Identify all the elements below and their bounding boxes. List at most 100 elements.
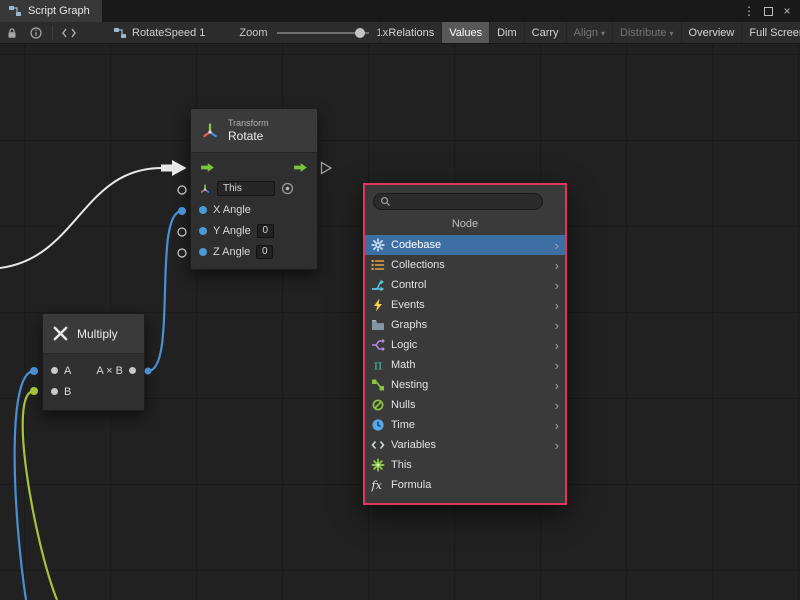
zoom-slider-handle[interactable] bbox=[355, 28, 365, 38]
finder-item-variables[interactable]: Variables› bbox=[365, 435, 565, 455]
node-category: Transform bbox=[228, 118, 269, 129]
node-transform-rotate[interactable]: Transform Rotate This X bbox=[190, 108, 318, 270]
graphs-icon bbox=[371, 318, 386, 332]
search-icon bbox=[380, 196, 391, 207]
finder-item-this[interactable]: This bbox=[365, 455, 565, 475]
finder-item-label: Events bbox=[391, 299, 425, 311]
finder-item-label: Control bbox=[391, 279, 426, 291]
port-y-angle[interactable] bbox=[199, 227, 207, 235]
port-a-times-b[interactable] bbox=[129, 367, 136, 374]
window-controls: ⋮ × bbox=[741, 0, 800, 22]
port-label: B bbox=[64, 386, 71, 398]
unity-script-graph-window: Script Graph ⋮ × RotateSpeed 1 Zoom 1x R… bbox=[0, 0, 800, 600]
chevron-right-icon: › bbox=[555, 439, 559, 452]
script-graph-asset-icon bbox=[113, 27, 127, 39]
maximize-icon bbox=[764, 7, 773, 16]
tab-label: Script Graph bbox=[28, 5, 90, 17]
chevron-right-icon: › bbox=[555, 259, 559, 272]
multiply-output-wire-dot bbox=[145, 368, 152, 375]
toolbar-button-values[interactable]: Values bbox=[441, 22, 489, 44]
multiply-icon bbox=[52, 325, 69, 342]
window-maximize-button[interactable] bbox=[760, 2, 776, 20]
finder-item-collections[interactable]: Collections › bbox=[365, 255, 565, 275]
chevron-right-icon: › bbox=[555, 359, 559, 372]
window-menu-button[interactable]: ⋮ bbox=[741, 2, 757, 20]
finder-item-time[interactable]: Time› bbox=[365, 415, 565, 435]
toolbar-button-carry[interactable]: Carry bbox=[524, 22, 566, 44]
search-input[interactable] bbox=[395, 196, 536, 208]
code-preview-button[interactable] bbox=[57, 22, 81, 44]
x-angle-wire-dot bbox=[178, 207, 186, 215]
node-multiply[interactable]: Multiply A A × B B bbox=[42, 313, 145, 411]
chevron-right-icon: › bbox=[555, 399, 559, 412]
codebase-icon bbox=[371, 238, 386, 252]
toolbar-button-full-screen[interactable]: Full Screen bbox=[741, 22, 800, 44]
graph-canvas[interactable]: Transform Rotate This X bbox=[0, 44, 800, 600]
object-picker-icon[interactable] bbox=[281, 182, 294, 195]
port-x-angle[interactable] bbox=[199, 206, 207, 214]
close-icon: × bbox=[783, 4, 790, 18]
toolbar-divider bbox=[52, 26, 53, 40]
flow-continue-triangle-icon bbox=[322, 163, 332, 174]
finder-item-graphs[interactable]: Graphs› bbox=[365, 315, 565, 335]
tab-script-graph[interactable]: Script Graph bbox=[0, 0, 102, 22]
finder-header: Node bbox=[365, 218, 565, 230]
toolbar-button-distribute: Distribute▾ bbox=[612, 22, 680, 44]
flow-input-arrow-icon bbox=[161, 160, 187, 176]
variables-icon bbox=[371, 438, 386, 452]
chevron-right-icon: › bbox=[555, 239, 559, 252]
graph-breadcrumb[interactable]: RotateSpeed 1 bbox=[113, 27, 205, 39]
finder-item-codebase[interactable]: Codebase› bbox=[365, 235, 565, 255]
time-icon bbox=[371, 418, 386, 432]
flow-output-port[interactable] bbox=[293, 162, 308, 173]
toolbar-button-overview[interactable]: Overview bbox=[681, 22, 742, 44]
z-angle-port-circle bbox=[178, 249, 186, 257]
wire-into-multiply-b bbox=[23, 391, 57, 600]
wire-flow-input bbox=[0, 168, 162, 268]
wire-multiply-to-x-angle bbox=[148, 211, 182, 371]
finder-item-label: Time bbox=[391, 419, 415, 431]
control-icon bbox=[371, 278, 386, 292]
finder-item-label: Collections bbox=[391, 259, 445, 271]
wire-into-multiply-a bbox=[15, 371, 34, 600]
chevron-right-icon: › bbox=[555, 379, 559, 392]
z-angle-input[interactable]: 0 bbox=[256, 245, 273, 259]
toolbar-button-relations[interactable]: Relations bbox=[380, 22, 441, 44]
formula-icon: fx bbox=[371, 478, 386, 492]
toolbar: RotateSpeed 1 Zoom 1x RelationsValuesDim… bbox=[0, 22, 800, 44]
toolbar-button-dim[interactable]: Dim bbox=[489, 22, 524, 44]
port-z-angle[interactable] bbox=[199, 248, 207, 256]
finder-item-control[interactable]: Control › bbox=[365, 275, 565, 295]
finder-item-label: Graphs bbox=[391, 319, 427, 331]
lock-button[interactable] bbox=[0, 22, 24, 44]
y-angle-port-circle bbox=[178, 228, 186, 236]
finder-item-nesting[interactable]: Nesting› bbox=[365, 375, 565, 395]
finder-item-logic[interactable]: Logic› bbox=[365, 335, 565, 355]
port-b[interactable] bbox=[51, 388, 58, 395]
finder-search-box[interactable] bbox=[373, 193, 543, 210]
zoom-label: Zoom bbox=[239, 27, 267, 39]
finder-item-events[interactable]: Events › bbox=[365, 295, 565, 315]
y-angle-input[interactable]: 0 bbox=[257, 224, 274, 238]
nulls-icon bbox=[371, 398, 386, 412]
flow-input-port[interactable] bbox=[200, 162, 215, 173]
toolbar-button-align: Align▾ bbox=[566, 22, 612, 44]
script-graph-icon bbox=[8, 5, 22, 17]
graph-name: RotateSpeed 1 bbox=[132, 27, 205, 39]
port-a[interactable] bbox=[51, 367, 58, 374]
tab-bar: Script Graph ⋮ × bbox=[0, 0, 800, 22]
multiply-b-wire-dot bbox=[30, 387, 38, 395]
finder-item-label: Logic bbox=[391, 339, 417, 351]
finder-list: Codebase› Collections › Control › Events › Grap… bbox=[365, 235, 565, 495]
chevron-right-icon: › bbox=[555, 279, 559, 292]
finder-item-nulls[interactable]: Nulls› bbox=[365, 395, 565, 415]
this-object-field[interactable]: This bbox=[217, 181, 275, 196]
chevron-right-icon: › bbox=[555, 299, 559, 312]
transform-icon bbox=[200, 121, 220, 141]
finder-item-formula[interactable]: fxFormula bbox=[365, 475, 565, 495]
node-header: Transform Rotate bbox=[191, 109, 317, 153]
window-close-button[interactable]: × bbox=[779, 2, 795, 20]
finder-item-math[interactable]: πMath› bbox=[365, 355, 565, 375]
zoom-slider[interactable] bbox=[277, 22, 369, 44]
inspect-button[interactable] bbox=[24, 22, 48, 44]
